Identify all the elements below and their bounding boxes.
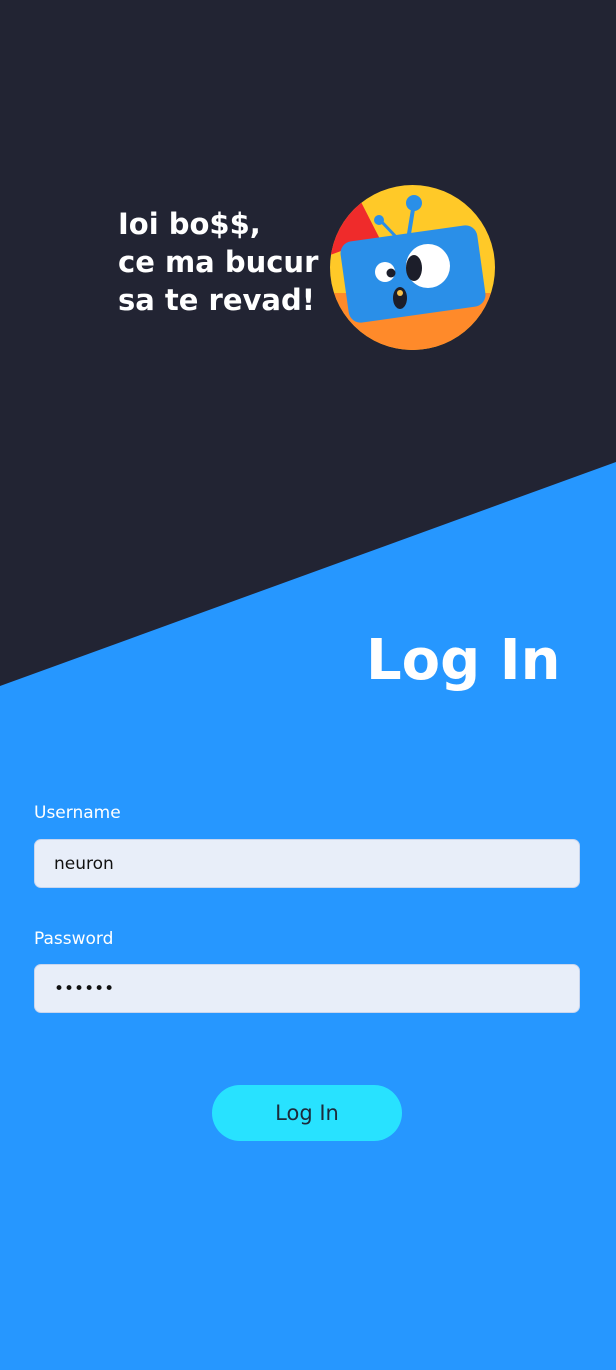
page-title: Log In (366, 628, 561, 693)
username-label: Username (34, 803, 121, 823)
greeting-line-1: Ioi bo$$, (118, 207, 261, 241)
password-field[interactable] (34, 964, 580, 1013)
username-field[interactable] (34, 839, 580, 888)
greeting-line-3: sa te revad! (118, 283, 315, 317)
tv-robot-mascot-icon (330, 185, 495, 350)
greeting-text: Ioi bo$$, ce ma bucur sa te revad! (118, 205, 318, 319)
greeting-line-2: ce ma bucur (118, 245, 319, 279)
password-label: Password (34, 929, 114, 949)
login-button[interactable]: Log In (212, 1085, 402, 1141)
